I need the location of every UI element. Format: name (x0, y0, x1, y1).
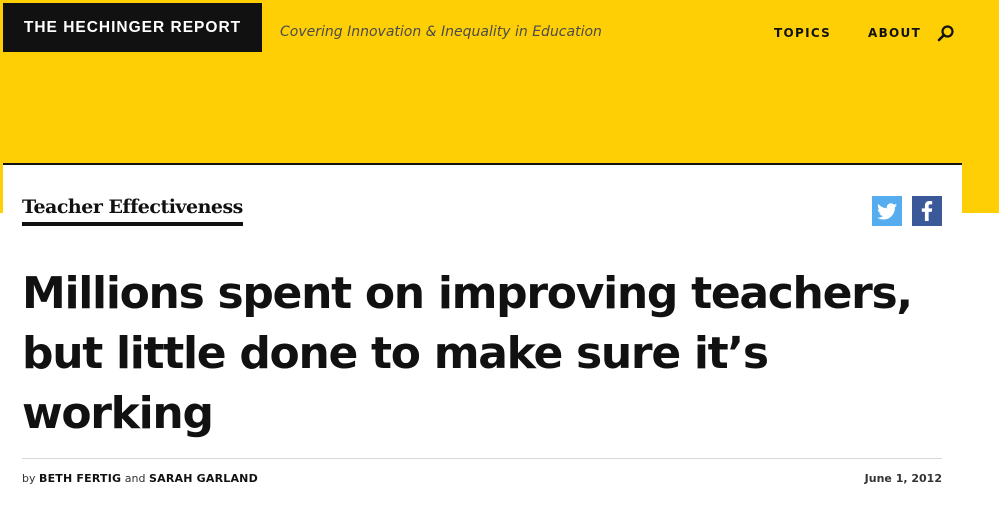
nav-topics[interactable]: TOPICS (774, 26, 831, 40)
author-link-2[interactable]: SARAH GARLAND (149, 472, 258, 485)
facebook-icon (921, 201, 933, 221)
author-link-1[interactable]: BETH FERTIG (39, 472, 121, 485)
article-headline: Millions spent on improving teachers, bu… (22, 268, 913, 439)
article-date: June 1, 2012 (864, 472, 942, 485)
site-logo-text: THE HECHINGER REPORT (23, 18, 242, 36)
byline-by: by (22, 472, 36, 485)
byline-divider (22, 458, 942, 459)
article-byline: by BETH FERTIG and SARAH GARLAND (22, 472, 258, 485)
search-button[interactable] (936, 24, 956, 44)
share-facebook-button[interactable] (912, 196, 942, 226)
site-logo[interactable]: THE HECHINGER REPORT (3, 3, 262, 52)
twitter-icon (877, 202, 897, 219)
site-tagline: Covering Innovation & Inequality in Educ… (280, 24, 602, 40)
byline-and: and (124, 472, 146, 485)
share-twitter-button[interactable] (872, 196, 902, 226)
nav-about[interactable]: ABOUT (868, 26, 921, 40)
article-category[interactable]: Teacher Effectiveness (22, 196, 243, 226)
search-icon (937, 25, 954, 42)
